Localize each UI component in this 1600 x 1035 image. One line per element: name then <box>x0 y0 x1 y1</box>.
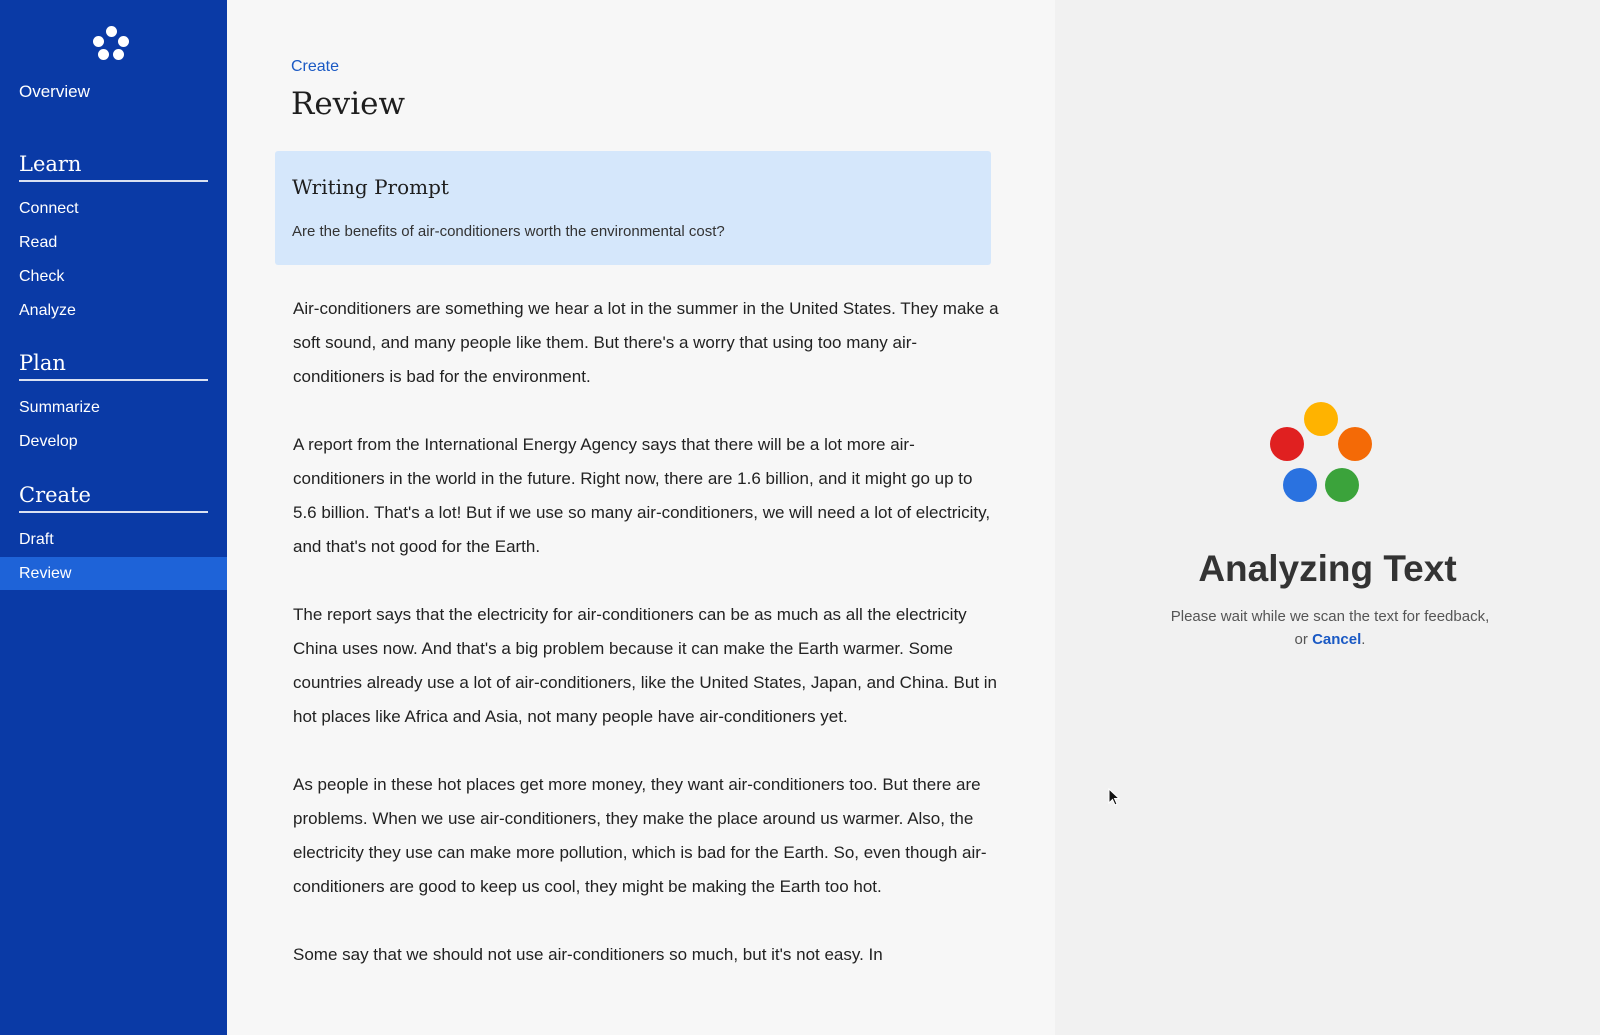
cancel-link[interactable]: Cancel <box>1312 631 1361 648</box>
loading-dot-orange <box>1338 427 1372 461</box>
analyzing-message-end: . <box>1361 631 1366 648</box>
page-title: Review <box>291 86 405 122</box>
sidebar-item-draft[interactable]: Draft <box>0 523 227 556</box>
sidebar-item-check[interactable]: Check <box>0 260 227 293</box>
loading-dot-red <box>1270 427 1304 461</box>
sidebar-item-review[interactable]: Review <box>0 557 227 590</box>
essay-paragraph: The report says that the electricity for… <box>293 605 998 726</box>
loading-dot-green <box>1325 468 1359 502</box>
sidebar: Overview Learn Connect Read Check Analyz… <box>0 0 227 1035</box>
section-title-learn: Learn <box>19 152 208 182</box>
app-logo-icon[interactable] <box>92 26 130 62</box>
section-title-plan: Plan <box>19 351 208 381</box>
section-title-create: Create <box>19 483 208 513</box>
loading-dot-yellow <box>1304 402 1338 436</box>
writing-prompt-heading: Writing Prompt <box>292 175 449 199</box>
analyzing-panel: Analyzing Text Please wait while we scan… <box>1055 0 1600 1035</box>
main-content: Create Review Writing Prompt Are the ben… <box>227 0 1055 1035</box>
loading-dots-icon <box>1267 402 1377 504</box>
essay-text: Air-conditioners are something we hear a… <box>293 292 999 1006</box>
sidebar-item-connect[interactable]: Connect <box>0 192 227 225</box>
sidebar-item-analyze[interactable]: Analyze <box>0 294 227 327</box>
writing-prompt-text: Are the benefits of air-conditioners wor… <box>292 223 725 240</box>
essay-paragraph: As people in these hot places get more m… <box>293 775 987 896</box>
breadcrumb[interactable]: Create <box>291 58 339 76</box>
analyzing-message: Please wait while we scan the text for f… <box>1165 605 1495 651</box>
sidebar-item-develop[interactable]: Develop <box>0 425 227 458</box>
writing-prompt-card: Writing Prompt Are the benefits of air-c… <box>275 151 991 265</box>
loading-dot-blue <box>1283 468 1317 502</box>
essay-paragraph: Air-conditioners are something we hear a… <box>293 299 999 386</box>
essay-paragraph: Some say that we should not use air-cond… <box>293 945 883 964</box>
essay-paragraph: A report from the International Energy A… <box>293 435 991 556</box>
analyzing-title: Analyzing Text <box>1198 548 1457 589</box>
mouse-cursor-icon <box>1108 788 1120 806</box>
sidebar-item-summarize[interactable]: Summarize <box>0 391 227 424</box>
sidebar-item-read[interactable]: Read <box>0 226 227 259</box>
sidebar-item-overview[interactable]: Overview <box>19 82 90 102</box>
